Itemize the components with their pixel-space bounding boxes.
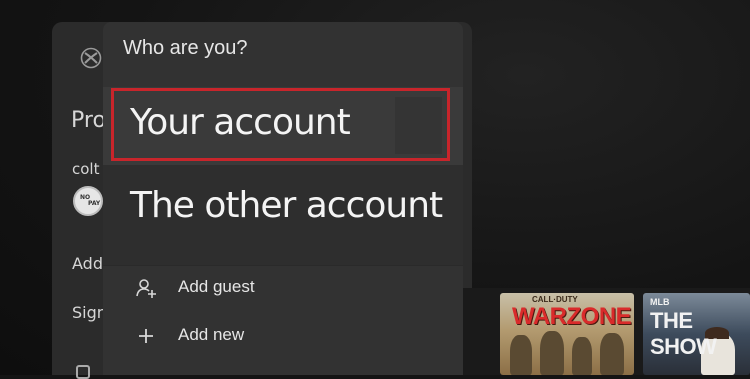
add-guest-button[interactable]: Add guest	[103, 266, 463, 310]
tile-title: WARZONE	[512, 303, 632, 330]
add-person-icon	[136, 279, 156, 298]
add-guest-label: Add guest	[178, 277, 255, 296]
add-new-label: Add new	[178, 325, 245, 344]
settings-icon[interactable]	[76, 365, 90, 379]
guide-heading: Pro	[71, 108, 106, 133]
plus-icon	[139, 329, 153, 343]
avatar[interactable]: NO PAY	[73, 186, 103, 216]
account-label: Your account	[130, 102, 351, 143]
menu-title: Who are you?	[123, 37, 248, 59]
account-label: The other account	[130, 185, 443, 226]
xbox-logo-icon[interactable]	[80, 47, 102, 69]
guide-user-name: colt	[72, 160, 100, 178]
add-new-button[interactable]: Add new	[103, 314, 463, 358]
account-item-yours[interactable]: Your account	[103, 87, 463, 165]
tile-subtitle: MLB	[650, 297, 670, 307]
guide-sign-item[interactable]: Sign	[72, 303, 107, 322]
guide-add-item[interactable]: Add	[72, 254, 103, 273]
tile-title: THE SHOW	[650, 308, 717, 359]
account-item-other[interactable]: The other account	[103, 165, 463, 265]
